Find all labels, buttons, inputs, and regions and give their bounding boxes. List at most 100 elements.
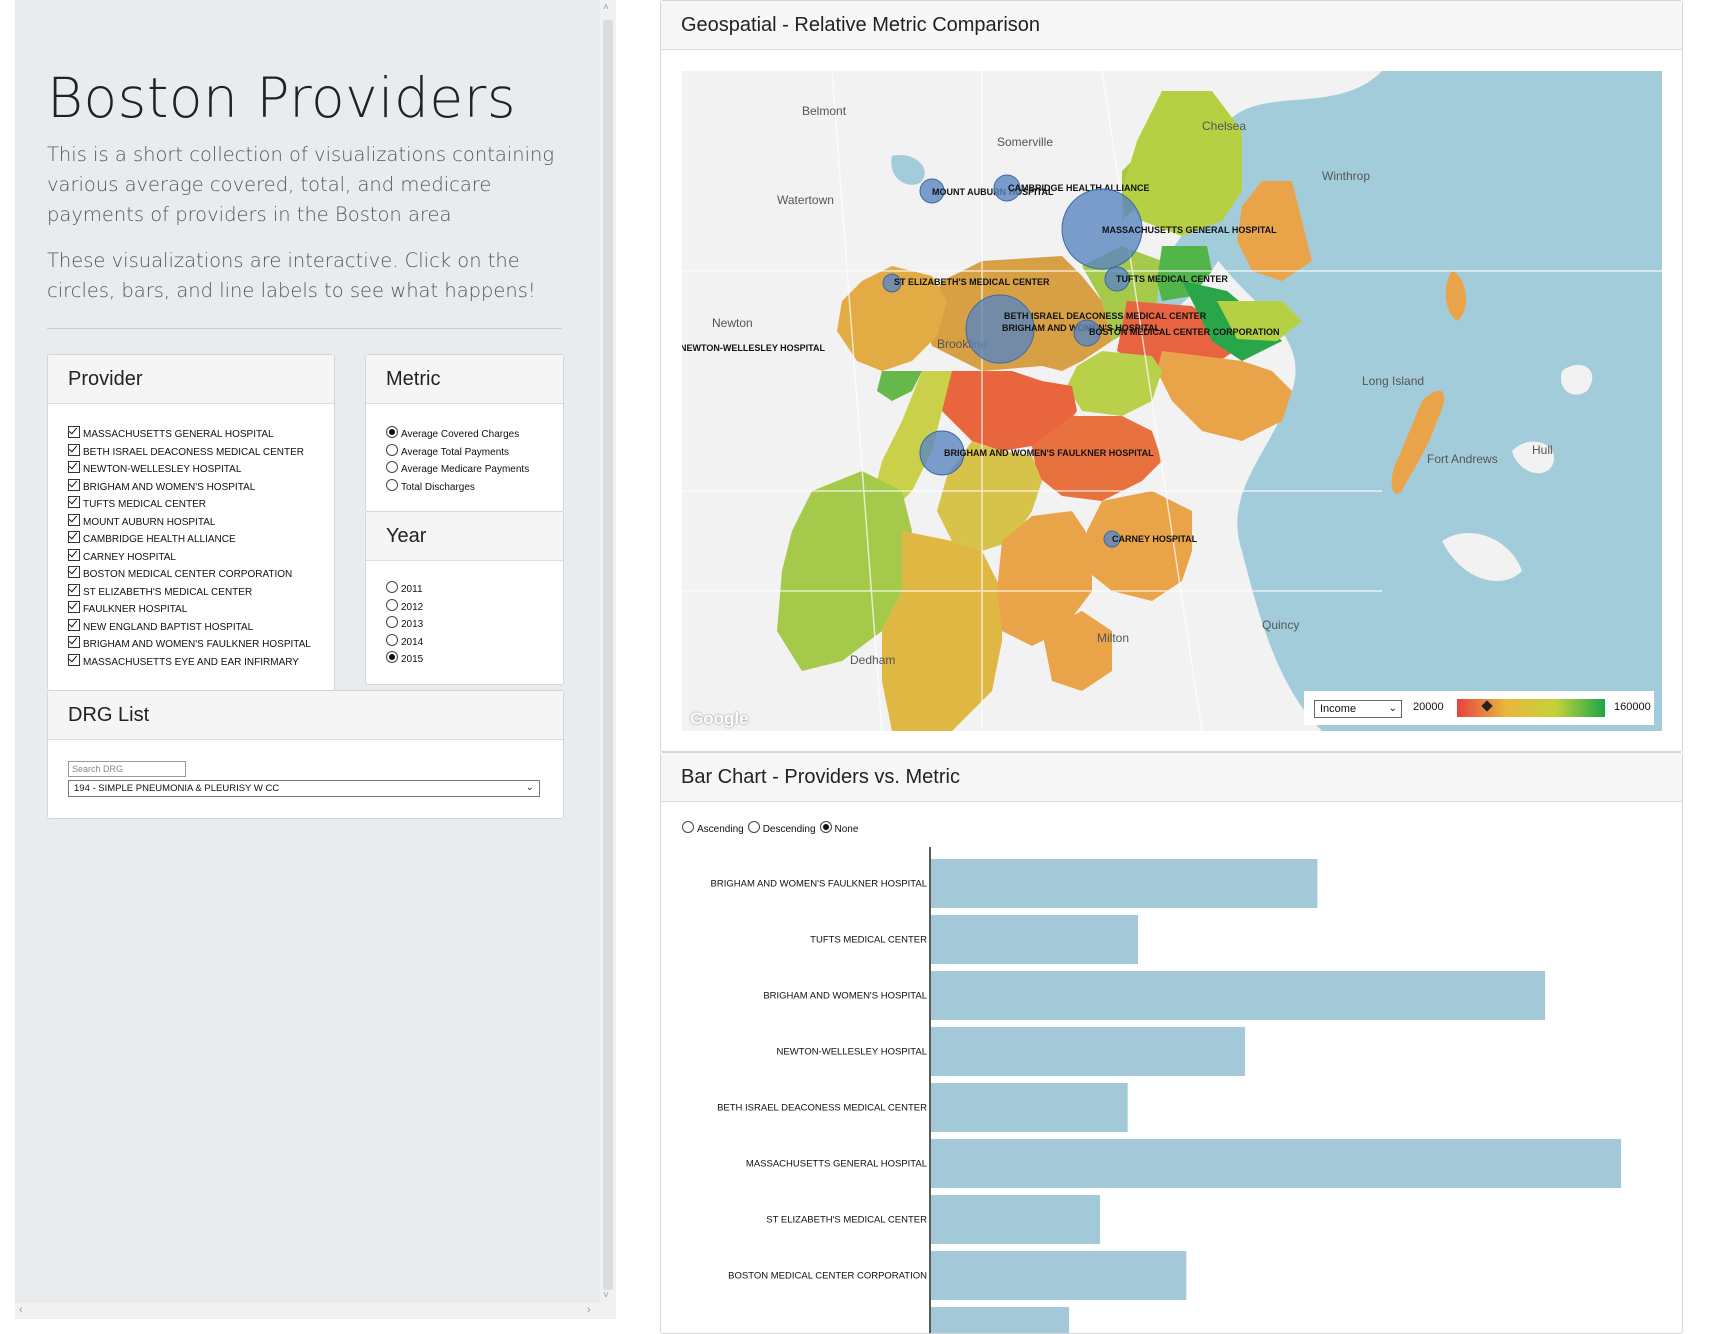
left-pane: Boston Providers This is a short collect…	[15, 0, 600, 1319]
scroll-left-icon[interactable]: ‹	[19, 1304, 23, 1316]
provider-checkbox-item[interactable]: NEWTON-WELLESLEY HOSPITAL	[68, 461, 328, 479]
checkbox-checked-icon[interactable]	[68, 426, 80, 438]
bar-category-label[interactable]: NEWTON-WELLESLEY HOSPITAL	[777, 1047, 927, 1058]
bar[interactable]	[931, 1139, 1621, 1188]
scrollbar-thumb[interactable]	[603, 20, 613, 1290]
metric-radio-item[interactable]: Average Medicare Payments	[386, 461, 529, 479]
map-place-label: Somerville	[997, 135, 1053, 149]
provider-map-label[interactable]: CARNEY HOSPITAL	[1112, 534, 1198, 544]
provider-map-label[interactable]: BETH ISRAEL DEACONESS MEDICAL CENTER	[1004, 311, 1207, 321]
bar-category-label[interactable]: BOSTON MEDICAL CENTER CORPORATION	[728, 1271, 927, 1282]
year-radio-item[interactable]: 2014	[386, 633, 423, 652]
bar[interactable]	[931, 1083, 1128, 1132]
chevron-down-icon: ⌄	[1388, 703, 1397, 714]
google-logo: Google	[690, 709, 749, 728]
bar[interactable]	[931, 1195, 1101, 1244]
metric-option-label: Average Covered Charges	[401, 429, 520, 440]
bar[interactable]	[931, 1027, 1245, 1076]
provider-map-label[interactable]: ST ELIZABETH'S MEDICAL CENTER	[894, 277, 1050, 287]
provider-map-label[interactable]: BRIGHAM AND WOMEN'S FAULKNER HOSPITAL	[944, 448, 1154, 458]
map-panel-title: Geospatial - Relative Metric Comparison	[661, 1, 1682, 50]
provider-checkbox-item[interactable]: FAULKNER HOSPITAL	[68, 601, 328, 619]
year-radio-item[interactable]: 2013	[386, 616, 423, 634]
provider-map-label[interactable]: TUFTS MEDICAL CENTER	[1116, 274, 1228, 284]
bar-category-label[interactable]: BETH ISRAEL DEACONESS MEDICAL CENTER	[717, 1103, 927, 1114]
bar-category-label[interactable]: TUFTS MEDICAL CENTER	[810, 935, 927, 946]
provider-label: BETH ISRAEL DEACONESS MEDICAL CENTER	[83, 446, 304, 458]
provider-checkbox-item[interactable]: CARNEY HOSPITAL	[68, 548, 328, 567]
checkbox-checked-icon[interactable]	[68, 548, 80, 561]
metric-radio-item[interactable]: Total Discharges	[386, 478, 529, 497]
radio-button-icon[interactable]	[386, 461, 398, 473]
map-svg[interactable]: Belmont Somerville Chelsea Watertown Winthro…	[682, 71, 1662, 731]
bar-category-label[interactable]: BRIGHAM AND WOMEN'S FAULKNER HOSPITAL	[711, 879, 927, 890]
map-place-label: Newton	[712, 316, 753, 330]
left-pane-scrollbar[interactable]: ˄ ˅	[600, 0, 616, 1319]
radio-button-icon[interactable]	[386, 633, 398, 646]
map-place-label: Watertown	[777, 193, 834, 207]
bar-category-label[interactable]: BRIGHAM AND WOMEN'S HOSPITAL	[763, 991, 927, 1002]
left-pane-horizontal-scrollbar[interactable]: ‹ ›	[15, 1303, 600, 1319]
bar[interactable]	[931, 971, 1546, 1020]
provider-checkbox-item[interactable]: BRIGHAM AND WOMEN'S FAULKNER HOSPITAL	[68, 636, 328, 654]
scroll-down-icon[interactable]: ˅	[603, 1290, 609, 1301]
provider-map-label[interactable]: BOSTON MEDICAL CENTER CORPORATION	[1089, 327, 1280, 337]
metric-radio-item[interactable]: Average Covered Charges	[386, 426, 529, 444]
year-radio-item[interactable]: 2015	[386, 651, 423, 669]
provider-checkbox-item[interactable]: BETH ISRAEL DEACONESS MEDICAL CENTER	[68, 443, 328, 462]
checkbox-checked-icon[interactable]	[68, 601, 80, 613]
provider-map-label[interactable]: NEWTON-WELLESLEY HOSPITAL	[682, 343, 826, 353]
checkbox-checked-icon[interactable]	[68, 636, 80, 648]
radio-button-icon[interactable]	[386, 651, 398, 663]
provider-checkbox-item[interactable]: BRIGHAM AND WOMEN'S HOSPITAL	[68, 478, 328, 497]
provider-checkbox-item[interactable]: NEW ENGLAND BAPTIST HOSPITAL	[68, 618, 328, 637]
checkbox-checked-icon[interactable]	[68, 461, 80, 473]
checkbox-checked-icon[interactable]	[68, 513, 80, 526]
provider-checkbox-item[interactable]: TUFTS MEDICAL CENTER	[68, 496, 328, 514]
checkbox-checked-icon[interactable]	[68, 653, 80, 666]
provider-map-label[interactable]: CAMBRIDGE HEALTH ALLIANCE	[1008, 183, 1150, 193]
checkbox-checked-icon[interactable]	[68, 531, 80, 543]
provider-checkbox-item[interactable]: MASSACHUSETTS GENERAL HOSPITAL	[68, 426, 328, 444]
provider-label: CAMBRIDGE HEALTH ALLIANCE	[83, 534, 236, 545]
drg-select[interactable]: 194 - SIMPLE PNEUMONIA & PLEURISY W CC ⌄	[68, 780, 540, 797]
checkbox-checked-icon[interactable]	[68, 443, 80, 456]
year-panel: Year 2011 2012 2013 2014 2015	[365, 511, 564, 685]
provider-checkbox-item[interactable]: ST ELIZABETH'S MEDICAL CENTER	[68, 583, 328, 602]
map-area[interactable]: Belmont Somerville Chelsea Watertown Winthro…	[682, 71, 1662, 731]
radio-button-icon[interactable]	[386, 478, 398, 491]
bar[interactable]	[931, 1251, 1187, 1300]
drg-panel: DRG List Search DRG 194 - SIMPLE PNEUMON…	[47, 690, 564, 819]
checkbox-checked-icon[interactable]	[68, 478, 80, 491]
map-place-label: Hull	[1532, 443, 1553, 457]
radio-button-icon[interactable]	[386, 616, 398, 628]
map-panel: Geospatial - Relative Metric Comparison	[660, 0, 1683, 752]
bar[interactable]	[931, 1307, 1069, 1333]
provider-checkbox-item[interactable]: MASSACHUSETTS EYE AND EAR INFIRMARY	[68, 653, 328, 672]
year-radio-item[interactable]: 2012	[386, 598, 423, 617]
provider-label: FAULKNER HOSPITAL	[83, 604, 188, 615]
year-radio-item[interactable]: 2011	[386, 581, 423, 599]
provider-checkbox-item[interactable]: CAMBRIDGE HEALTH ALLIANCE	[68, 531, 328, 549]
checkbox-checked-icon[interactable]	[68, 496, 80, 508]
bar-chart-svg[interactable]: BRIGHAM AND WOMEN'S FAULKNER HOSPITAL TUF…	[661, 753, 1682, 1333]
checkbox-checked-icon[interactable]	[68, 618, 80, 631]
checkbox-checked-icon[interactable]	[68, 566, 80, 578]
radio-button-icon[interactable]	[386, 443, 398, 456]
scroll-up-icon[interactable]: ˄	[603, 2, 609, 13]
provider-checkbox-item[interactable]: BOSTON MEDICAL CENTER CORPORATION	[68, 566, 328, 584]
bar-category-label[interactable]: ST ELIZABETH'S MEDICAL CENTER	[766, 1215, 927, 1226]
scroll-right-icon[interactable]: ›	[587, 1304, 591, 1316]
provider-checkbox-item[interactable]: MOUNT AUBURN HOSPITAL	[68, 513, 328, 532]
legend-metric-dropdown[interactable]: Income ⌄	[1314, 700, 1402, 718]
checkbox-checked-icon[interactable]	[68, 583, 80, 596]
metric-radio-item[interactable]: Average Total Payments	[386, 443, 529, 462]
bar-category-label[interactable]: MASSACHUSETTS GENERAL HOSPITAL	[746, 1159, 927, 1170]
radio-button-icon[interactable]	[386, 426, 398, 438]
bar[interactable]	[931, 859, 1318, 908]
provider-map-label[interactable]: MASSACHUSETTS GENERAL HOSPITAL	[1102, 225, 1277, 235]
bar[interactable]	[931, 915, 1138, 964]
radio-button-icon[interactable]	[386, 581, 398, 593]
radio-button-icon[interactable]	[386, 598, 398, 611]
drg-search-input[interactable]: Search DRG	[68, 761, 186, 777]
